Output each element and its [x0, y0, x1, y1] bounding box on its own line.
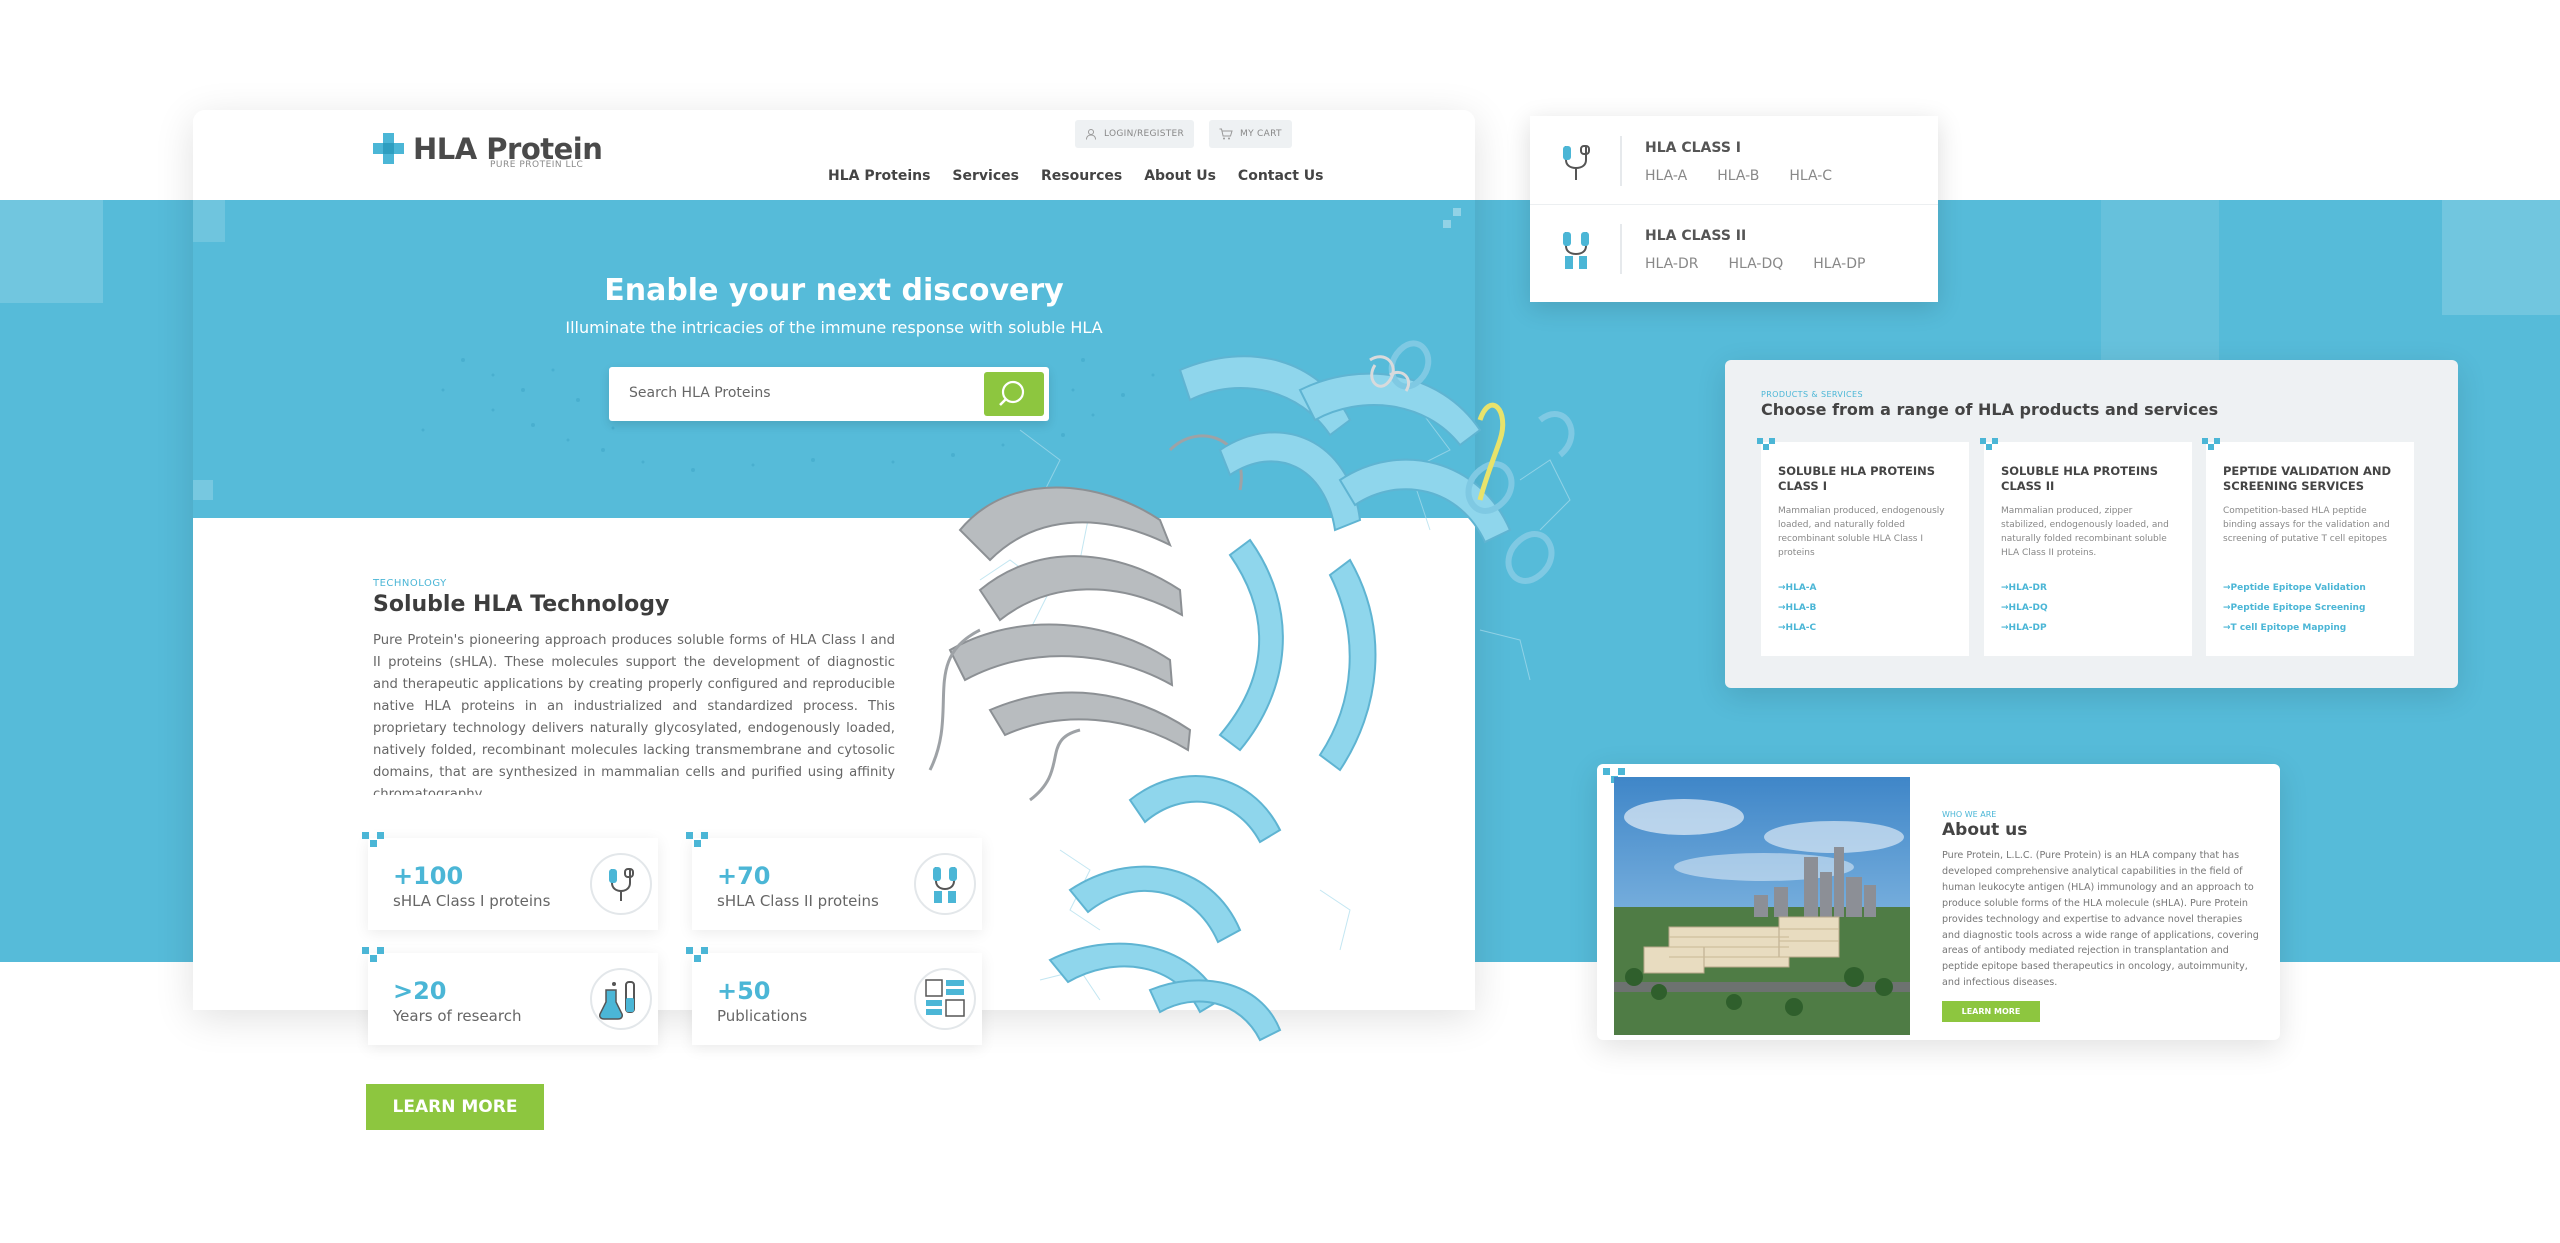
hla-proteins-dropdown: HLA CLASS I HLA-A HLA-B HLA-C HLA CLASS … [1530, 116, 1938, 302]
stat-value: +70 [717, 862, 771, 890]
product-card[interactable]: PEPTIDE VALIDATION AND SCREENING SERVICE… [2202, 438, 2414, 656]
nav-hla-proteins[interactable]: HLA Proteins [828, 168, 930, 184]
card-description: Mammalian produced, endogenously loaded,… [1778, 506, 1945, 558]
logo-mark-icon [373, 133, 405, 165]
section-title: Soluble HLA Technology [373, 592, 670, 617]
link-hla-a[interactable]: HLA-A [1645, 168, 1687, 184]
stat-label: sHLA Class I proteins [393, 892, 551, 910]
link-hla-b[interactable]: HLA-B [1717, 168, 1759, 184]
card-link[interactable]: HLA-B [1778, 598, 1817, 618]
card-links: Peptide Epitope Validation Peptide Epito… [2223, 578, 2366, 638]
login-label: LOGIN/REGISTER [1104, 129, 1185, 139]
nav-resources[interactable]: Resources [1041, 168, 1122, 184]
card-description: Competition-based HLA peptide binding as… [2223, 506, 2390, 544]
corner-mark-icon [362, 832, 384, 854]
site-header: HLA Protein PURE PROTEIN LLC LOGIN/REGIS… [193, 110, 1475, 200]
hla-class-1-icon [1556, 138, 1596, 184]
corner-mark-icon [362, 947, 384, 969]
brand-subtitle: PURE PROTEIN LLC [490, 160, 584, 170]
corner-mark-icon [1980, 438, 1998, 456]
lab-flask-icon [590, 968, 652, 1030]
user-icon [1086, 129, 1096, 140]
nav-about-us[interactable]: About Us [1144, 168, 1216, 184]
main-nav: HLA Proteins Services Resources About Us… [828, 168, 1324, 184]
stat-card: >20 Years of research [362, 947, 658, 1045]
link-hla-c[interactable]: HLA-C [1789, 168, 1832, 184]
stat-value: +100 [393, 862, 464, 890]
link-hla-dq[interactable]: HLA-DQ [1728, 256, 1783, 272]
section-tag: TECHNOLOGY [373, 578, 447, 589]
card-link[interactable]: T cell Epitope Mapping [2223, 618, 2366, 638]
stat-card: +100 sHLA Class I proteins [362, 832, 658, 930]
dropdown-row-class-1[interactable]: HLA CLASS I HLA-A HLA-B HLA-C [1530, 116, 1938, 202]
products-services-panel: PRODUCTS & SERVICES Choose from a range … [1725, 360, 2458, 688]
dropdown-row-class-2[interactable]: HLA CLASS II HLA-DR HLA-DQ HLA-DP [1530, 204, 1938, 290]
stat-label: sHLA Class II proteins [717, 892, 879, 910]
section-title: About us [1942, 820, 2028, 840]
card-link[interactable]: HLA-DP [2001, 618, 2048, 638]
hla-class-1-icon [590, 853, 652, 915]
section-body: Pure Protein, L.L.C. (Pure Protein) is a… [1942, 850, 2259, 989]
card-link[interactable]: HLA-DQ [2001, 598, 2048, 618]
card-links: HLA-DR HLA-DQ HLA-DP [2001, 578, 2048, 638]
corner-mark-icon [686, 947, 708, 969]
dropdown-links-class-1: HLA-A HLA-B HLA-C [1645, 168, 1832, 184]
nav-services[interactable]: Services [952, 168, 1019, 184]
cart-icon [1219, 128, 1233, 140]
learn-more-button[interactable]: LEARN MORE [366, 1084, 544, 1130]
login-register-button[interactable]: LOGIN/REGISTER [1075, 120, 1195, 148]
cart-label: MY CART [1240, 129, 1282, 139]
protein-structure-image [928, 340, 1575, 1042]
card-link[interactable]: Peptide Epitope Screening [2223, 598, 2366, 618]
card-title: SOLUBLE HLA PROTEINS CLASS II [2001, 464, 2159, 493]
hero-title: Enable your next discovery [604, 273, 1064, 308]
corner-mark-icon [2202, 438, 2220, 456]
section-tag: WHO WE ARE [1942, 810, 1997, 819]
card-title: PEPTIDE VALIDATION AND SCREENING SERVICE… [2223, 464, 2392, 493]
nav-contact-us[interactable]: Contact Us [1238, 168, 1324, 184]
product-card[interactable]: SOLUBLE HLA PROTEINS CLASS I Mammalian p… [1757, 438, 1969, 656]
stat-label: Years of research [393, 1007, 522, 1025]
about-us-panel: WHO WE ARE About us Pure Protein, L.L.C.… [1597, 764, 2280, 1040]
card-link[interactable]: Peptide Epitope Validation [2223, 578, 2366, 598]
product-card[interactable]: SOLUBLE HLA PROTEINS CLASS II Mammalian … [1980, 438, 2192, 656]
dropdown-title-class-2: HLA CLASS II [1645, 228, 1747, 244]
stat-label: Publications [717, 1007, 808, 1025]
decor-square [2101, 200, 2219, 360]
hla-class-2-icon [1556, 226, 1596, 272]
card-link[interactable]: HLA-C [1778, 618, 1817, 638]
section-title: Choose from a range of HLA products and … [1761, 400, 2219, 419]
search-placeholder: Search HLA Proteins [629, 385, 771, 401]
link-hla-dr[interactable]: HLA-DR [1645, 256, 1698, 272]
about-learn-more-button[interactable]: LEARN MORE [1942, 1001, 2040, 1022]
divider [1620, 224, 1622, 274]
corner-mark-icon [686, 832, 708, 854]
card-description: Mammalian produced, zipper stabilized, e… [2001, 506, 2169, 558]
card-link[interactable]: HLA-A [1778, 578, 1817, 598]
dropdown-links-class-2: HLA-DR HLA-DQ HLA-DP [1645, 256, 1865, 272]
divider [1620, 136, 1622, 186]
stat-value: +50 [717, 977, 771, 1005]
link-hla-dp[interactable]: HLA-DP [1813, 256, 1865, 272]
cart-button[interactable]: MY CART [1209, 120, 1292, 148]
section-body: Pure Protein's pioneering approach produ… [373, 633, 895, 795]
decor-square [2442, 200, 2560, 315]
decor-square [0, 200, 103, 303]
card-title: SOLUBLE HLA PROTEINS CLASS I [1778, 464, 1936, 493]
stat-value: >20 [393, 977, 447, 1005]
section-tag: PRODUCTS & SERVICES [1761, 390, 1863, 399]
card-link[interactable]: HLA-DR [2001, 578, 2048, 598]
corner-mark-icon [1757, 438, 1775, 456]
card-links: HLA-A HLA-B HLA-C [1778, 578, 1817, 638]
city-skyline-image [1614, 777, 1910, 1035]
dropdown-title-class-1: HLA CLASS I [1645, 140, 1741, 156]
